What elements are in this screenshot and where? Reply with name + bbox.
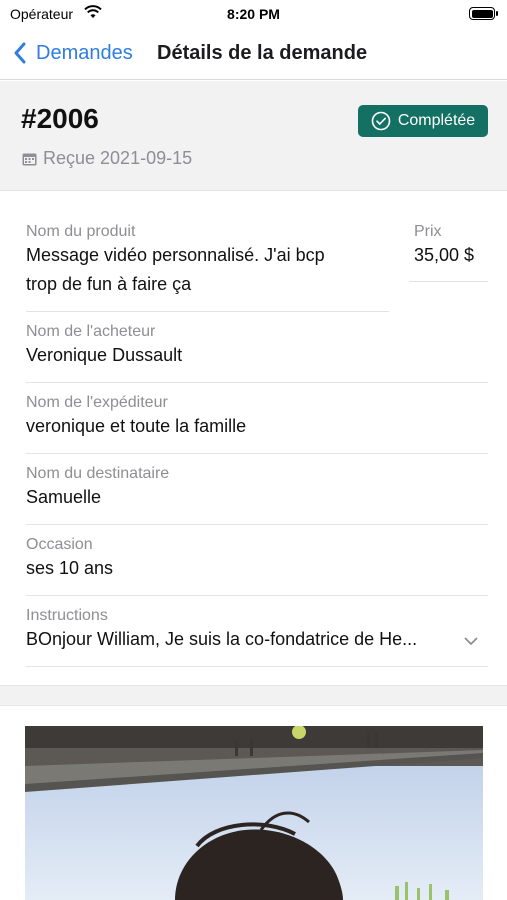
divider <box>26 595 488 596</box>
divider <box>26 453 488 454</box>
divider <box>26 382 488 383</box>
status-badge: Complétée <box>358 105 488 137</box>
divider <box>409 281 488 282</box>
received-date: Reçue 2021-09-15 <box>22 148 192 169</box>
check-circle-icon <box>371 111 391 131</box>
calendar-icon <box>22 153 37 165</box>
battery-icon <box>469 7 498 20</box>
page-title: Détails de la demande <box>157 42 368 64</box>
price-value: 35,00 $ <box>414 245 475 265</box>
order-header: #2006 Reçue 2021-09-15 Complétée <box>0 81 507 191</box>
instructions-label: Instructions <box>26 607 108 624</box>
back-label[interactable]: Demandes <box>36 42 133 65</box>
status-label: Complétée <box>397 112 476 129</box>
video-thumbnail[interactable] <box>25 726 483 900</box>
divider <box>26 666 488 667</box>
recipient-label: Nom du destinataire <box>26 465 170 482</box>
sender-field: Nom de l'expéditeur veronique et toute l… <box>26 394 246 441</box>
order-details: Nom du produit Message vidéo personnalis… <box>0 191 507 685</box>
price-label: Prix <box>414 223 442 240</box>
product-value-line2: trop de fun à faire ça <box>26 274 192 294</box>
occasion-field: Occasion ses 10 ans <box>26 536 113 583</box>
buyer-label: Nom de l'acheteur <box>26 323 156 340</box>
instructions-field[interactable]: Instructions BOnjour William, Je suis la… <box>26 607 488 654</box>
navigation-bar: Demandes Détails de la demande <box>0 28 507 80</box>
price-field: Prix 35,00 $ <box>414 223 474 270</box>
chevron-down-icon[interactable] <box>464 637 478 646</box>
instructions-value[interactable]: BOnjour William, Je suis la co-fondatric… <box>26 625 488 654</box>
back-button[interactable]: Demandes <box>14 38 133 68</box>
divider <box>26 311 389 312</box>
recipient-field: Nom du destinataire Samuelle <box>26 465 169 512</box>
divider <box>26 524 488 525</box>
order-number: #2006 <box>21 103 99 134</box>
product-value-line1: Message vidéo personnalisé. J'ai bcp <box>26 245 325 265</box>
recipient-value: Samuelle <box>26 487 102 507</box>
buyer-value: Veronique Dussault <box>26 345 183 365</box>
product-label: Nom du produit <box>26 223 136 240</box>
sender-label: Nom de l'expéditeur <box>26 394 168 411</box>
section-separator <box>0 685 507 706</box>
buyer-field: Nom de l'acheteur Veronique Dussault <box>26 323 182 370</box>
occasion-label: Occasion <box>26 536 93 553</box>
sender-value: veronique et toute la famille <box>26 416 247 436</box>
occasion-value: ses 10 ans <box>26 558 114 578</box>
chevron-left-icon <box>14 42 26 64</box>
status-time: 8:20 PM <box>227 6 280 22</box>
received-label: Reçue 2021-09-15 <box>43 148 193 168</box>
product-field: Nom du produit Message vidéo personnalis… <box>26 223 396 299</box>
status-bar: Opérateur 8:20 PM <box>0 0 507 28</box>
